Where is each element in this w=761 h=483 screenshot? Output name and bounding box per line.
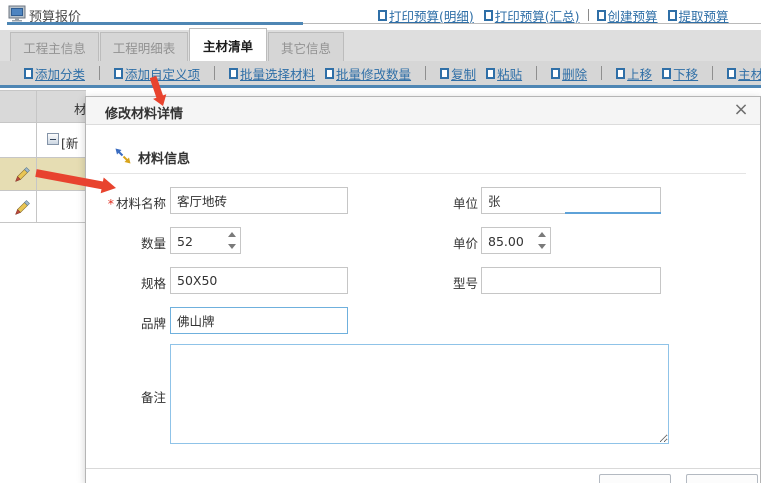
section-divider [100, 173, 746, 174]
dialog-title: 修改材料详情 [105, 103, 183, 122]
doc-icon [597, 10, 606, 21]
spec-input[interactable] [170, 267, 348, 294]
cancel-button[interactable]: 取消 [686, 474, 758, 483]
copy-button[interactable]: 复制 [440, 64, 476, 83]
print-budget-detail-link[interactable]: 打印预算(明细) [378, 6, 474, 24]
create-budget-link[interactable]: 创建预算 [597, 6, 658, 24]
extract-budget-link[interactable]: 提取预算 [668, 6, 729, 24]
add-custom-item-button[interactable]: 添加自定义项 [114, 64, 200, 83]
unit-input[interactable] [481, 187, 661, 214]
unit-price-value[interactable]: 85.00 [482, 228, 534, 253]
edit-pencil-icon[interactable] [13, 198, 33, 218]
dialog-header: 修改材料详情 × [86, 97, 760, 125]
unit-price-stepper[interactable]: 85.00 [481, 227, 551, 254]
model-label: 型号 [398, 273, 478, 292]
monitor-icon [8, 5, 26, 22]
material-image-button[interactable]: 主材图片 [727, 64, 761, 83]
spec-label: 规格 [86, 273, 166, 292]
material-toolbar: 添加分类 添加自定义项 批量选择材料 批量修改数量 复制 粘贴 删除 上移 下移… [0, 61, 761, 88]
tab-other-info[interactable]: 其它信息 [268, 32, 344, 61]
batch-edit-quantity-button[interactable]: 批量修改数量 [325, 64, 411, 83]
move-down-button[interactable]: 下移 [662, 64, 698, 83]
tab-bar: 工程主信息 工程明细表 主材清单 其它信息 [0, 30, 761, 61]
remark-textarea[interactable] [170, 344, 669, 444]
print-budget-summary-link[interactable]: 打印预算(汇总) [484, 6, 580, 24]
dialog-footer-divider [86, 468, 760, 469]
category-row-label: [新 [61, 133, 78, 152]
brand-input[interactable] [170, 307, 348, 334]
grid-header-edit-col [0, 91, 37, 122]
required-asterisk: * [108, 196, 114, 211]
grid-row-selected[interactable] [0, 158, 86, 191]
doc-icon [229, 68, 238, 79]
doc-icon [616, 68, 625, 79]
close-icon[interactable]: × [730, 99, 752, 121]
app-window: 预算报价 打印预算(明细) 打印预算(汇总) 创建预算 提取预算 工程主信息 工… [0, 0, 761, 483]
doc-icon [440, 68, 449, 79]
model-input[interactable] [481, 267, 661, 294]
doc-icon [668, 10, 677, 21]
doc-icon [662, 68, 671, 79]
spin-up-icon[interactable] [534, 228, 550, 241]
tab-project-detail-table[interactable]: 工程明细表 [100, 32, 188, 61]
edit-material-dialog: 修改材料详情 × 材料信息 *材料名称 单位 数量 52 单价 85.00 [85, 96, 761, 483]
delete-button[interactable]: 删除 [551, 64, 587, 83]
doc-icon [484, 10, 493, 21]
add-category-button[interactable]: 添加分类 [24, 64, 85, 83]
tab-project-main-info[interactable]: 工程主信息 [10, 32, 99, 61]
unit-input-focus-accent [565, 212, 661, 214]
tab-material-list[interactable]: 主材清单 [189, 28, 267, 61]
title-underline [303, 23, 761, 24]
grid-category-row[interactable]: [新 [0, 123, 86, 158]
move-up-button[interactable]: 上移 [616, 64, 652, 83]
spin-down-icon[interactable] [534, 241, 550, 254]
title-underline-accent [7, 22, 303, 25]
doc-icon [325, 68, 334, 79]
doc-icon [727, 68, 736, 79]
paste-button[interactable]: 粘贴 [486, 64, 522, 83]
top-link-bar: 打印预算(明细) 打印预算(汇总) 创建预算 提取预算 [378, 6, 761, 24]
material-name-input[interactable] [170, 187, 348, 214]
doc-icon [24, 68, 33, 79]
doc-icon [114, 68, 123, 79]
spin-up-icon[interactable] [224, 228, 240, 241]
quantity-stepper[interactable]: 52 [170, 227, 241, 254]
grid-row[interactable] [0, 191, 86, 223]
remark-label: 备注 [86, 387, 166, 406]
spin-down-icon[interactable] [224, 241, 240, 254]
material-grid: 材 [新 [0, 90, 86, 483]
grid-header-row: 材 [0, 91, 86, 123]
doc-icon [378, 10, 387, 21]
quantity-value[interactable]: 52 [171, 228, 224, 253]
section-title: 材料信息 [138, 148, 190, 167]
doc-icon [486, 68, 495, 79]
doc-icon [551, 68, 560, 79]
brand-label: 品牌 [86, 313, 166, 332]
collapse-minus-icon[interactable] [47, 133, 59, 145]
resize-arrows-icon [114, 147, 132, 165]
edit-pencil-icon[interactable] [13, 165, 33, 185]
batch-select-material-button[interactable]: 批量选择材料 [229, 64, 315, 83]
quantity-label: 数量 [86, 233, 166, 252]
ok-button[interactable]: 确定 [599, 474, 671, 483]
divider [588, 9, 589, 21]
material-name-label: *材料名称 [86, 193, 166, 212]
unit-price-label: 单价 [398, 233, 478, 252]
unit-label: 单位 [398, 193, 478, 212]
